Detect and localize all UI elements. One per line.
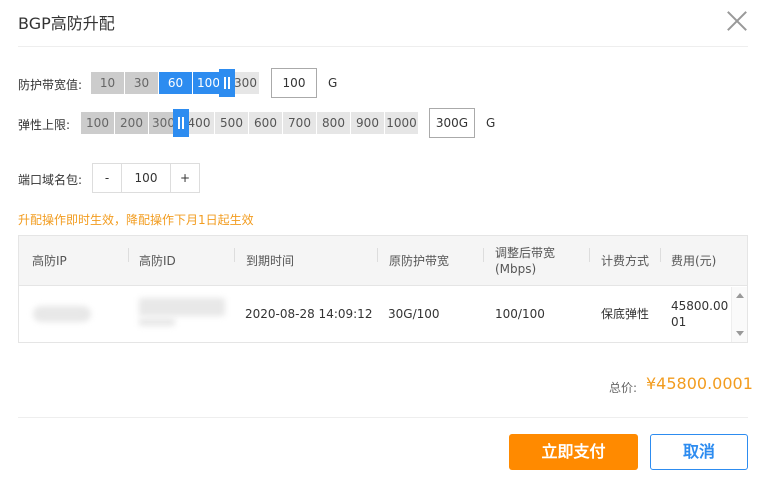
protect-bandwidth-input[interactable]: 100 [271,68,317,98]
cell-billing: 保底弹性 [601,307,650,321]
cell-fee: 45800.00 01 [671,299,729,329]
th-billing: 计费方式 [601,254,650,268]
cancel-button[interactable]: 取消 [650,434,748,470]
upgrade-notice: 升配操作即时生效，降配操作下月1日起生效 [18,213,254,227]
elastic-option-1000[interactable]: 1000 [385,112,419,134]
id-redacted [139,298,225,316]
th-ip: 高防IP [32,254,67,268]
th-fee: 费用(元) [671,254,717,268]
th-separator [234,248,235,262]
elastic-limit-input[interactable]: 300G [429,108,475,138]
th-separator [483,248,484,262]
th-orig-bandwidth: 原防护带宽 [389,254,450,268]
elastic-slider-handle[interactable] [173,109,189,137]
th-expire: 到期时间 [246,254,295,268]
cell-expire: 2020-08-28 14:09:12 [245,307,373,321]
scroll-up-icon[interactable] [736,293,744,298]
protect-slider-handle[interactable] [219,69,235,97]
elastic-option-700[interactable]: 700 [283,112,317,134]
th-separator [660,248,661,262]
elastic-option-600[interactable]: 600 [249,112,283,134]
elastic-limit-unit: G [486,116,496,130]
th-separator [377,248,378,262]
th-new-bandwidth: 调整后带宽 (Mbps) [495,246,556,276]
close-icon[interactable] [725,8,749,32]
scroll-down-icon[interactable] [736,331,744,336]
protect-bandwidth-unit: G [328,76,338,90]
protect-option-300[interactable]: 300 [232,72,260,94]
bottom-divider [18,417,748,418]
elastic-option-200[interactable]: 200 [115,112,149,134]
protect-option-30[interactable]: 30 [125,72,159,94]
pay-now-button[interactable]: 立即支付 [509,434,638,470]
ip-redacted [33,306,91,322]
port-domain-value[interactable]: 100 [122,163,170,193]
table-scrollbar[interactable] [731,287,747,342]
dialog-title: BGP高防升配 [18,14,115,33]
cell-new-bandwidth: 100/100 [495,307,545,321]
upgrade-dialog: BGP高防升配 防护带宽值: 10 30 60 100 300 100 G 弹性… [0,0,766,482]
protect-option-60[interactable]: 60 [159,72,193,94]
port-domain-minus-button[interactable]: - [92,163,122,193]
port-domain-label: 端口域名包: [18,173,83,187]
th-id: 高防ID [139,254,176,268]
elastic-limit-label: 弹性上限: [18,118,71,132]
th-separator [589,248,590,262]
elastic-option-800[interactable]: 800 [317,112,351,134]
title-divider [18,46,748,47]
total-price: ¥45800.0001 [646,374,753,393]
cell-orig-bandwidth: 30G/100 [388,307,440,321]
elastic-option-100[interactable]: 100 [81,112,115,134]
protect-option-10[interactable]: 10 [91,72,125,94]
th-separator [128,248,129,262]
total-label: 总价: [609,381,638,395]
protect-bandwidth-label: 防护带宽值: [18,78,83,92]
order-table: 高防IP 高防ID 到期时间 原防护带宽 调整后带宽 (Mbps) 计费方式 费… [18,235,748,343]
port-domain-plus-button[interactable]: + [170,163,200,193]
elastic-option-900[interactable]: 900 [351,112,385,134]
id-redacted-tail [139,318,175,326]
elastic-option-500[interactable]: 500 [215,112,249,134]
table-header: 高防IP 高防ID 到期时间 原防护带宽 调整后带宽 (Mbps) 计费方式 费… [19,236,747,286]
